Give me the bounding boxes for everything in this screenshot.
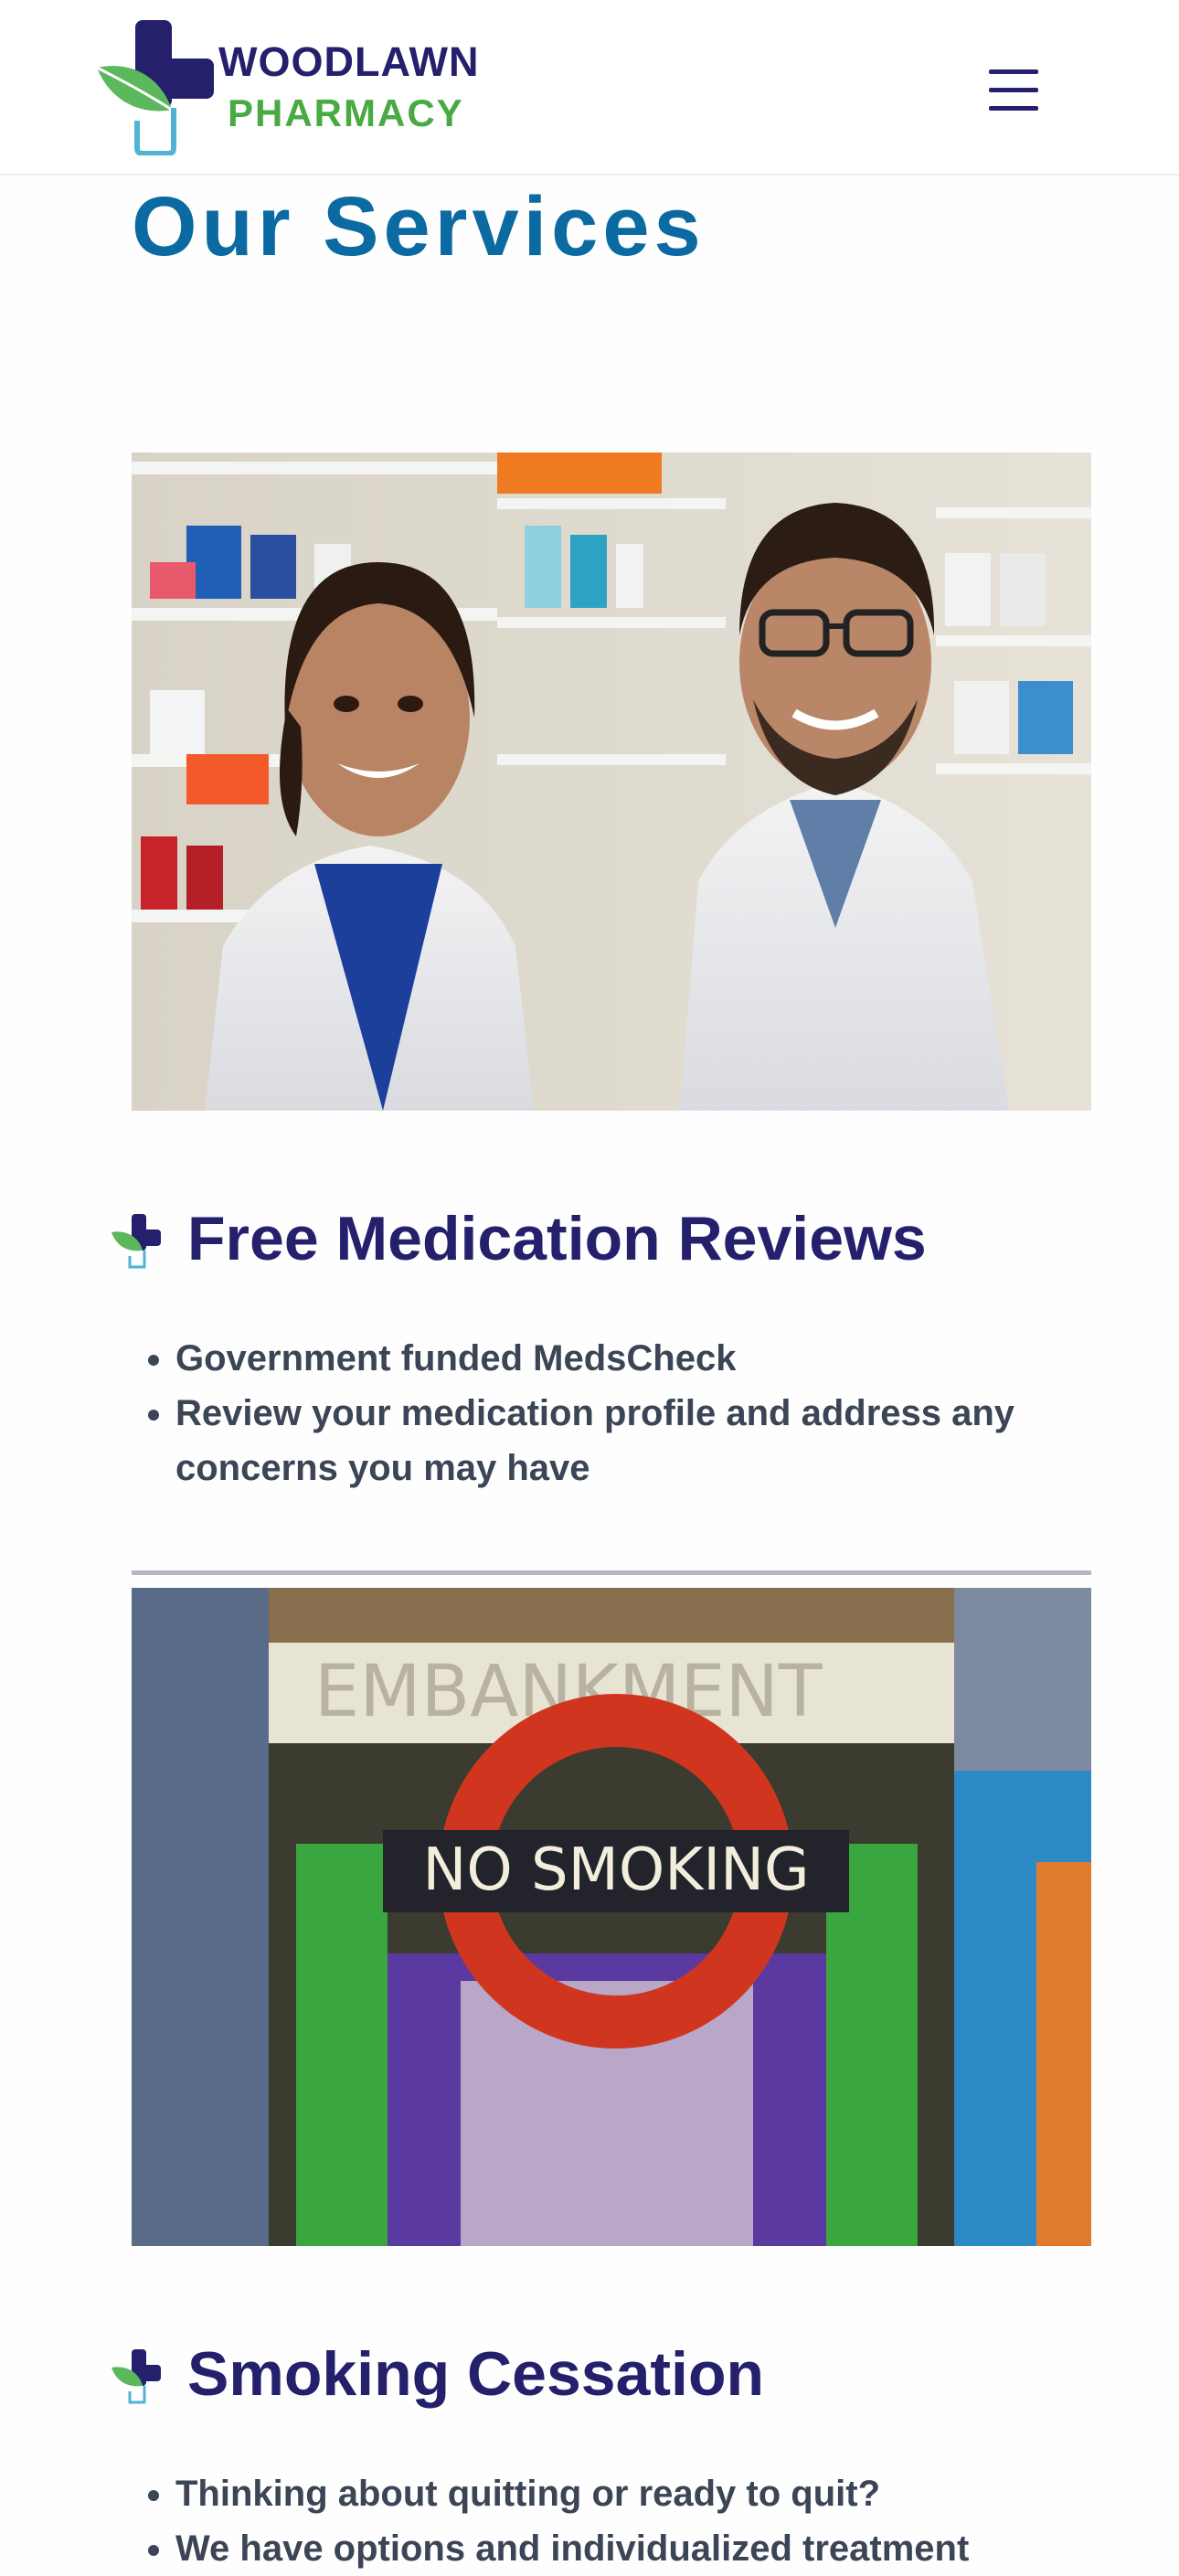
list-item: We have options and individualized treat… — [175, 2521, 1089, 2576]
menu-bar — [989, 88, 1038, 92]
menu-bar — [989, 69, 1038, 74]
cross-leaf-bullet-icon — [112, 1214, 161, 1269]
page-title: Our Services — [132, 180, 706, 273]
site-header: WOODLAWN PHARMACY — [0, 0, 1179, 176]
cross-leaf-bullet-icon — [112, 2349, 161, 2404]
cross-leaf-logo-icon — [96, 20, 214, 155]
medication-reviews-list: Government funded MedsCheck Review your … — [132, 1331, 1089, 1496]
smoking-cessation-list: Thinking about quitting or ready to quit… — [132, 2466, 1089, 2576]
list-item: Review your medication profile and addre… — [175, 1386, 1089, 1496]
section-title-medication-reviews: Free Medication Reviews — [187, 1204, 927, 1273]
no-smoking-sign-text: NO SMOKING — [422, 1836, 809, 1904]
section-title-smoking-cessation: Smoking Cessation — [187, 2339, 765, 2409]
site-logo[interactable]: WOODLAWN PHARMACY — [95, 20, 497, 155]
menu-bar — [989, 106, 1038, 111]
list-item: Government funded MedsCheck — [175, 1331, 1089, 1386]
list-item: Thinking about quitting or ready to quit… — [175, 2466, 1089, 2521]
section-divider — [132, 1570, 1091, 1575]
hamburger-menu-icon[interactable] — [983, 64, 1046, 117]
brand-name-woodlawn: WOODLAWN — [218, 38, 480, 85]
no-smoking-sign-photo: EMBANKMENT NO SMOKING — [132, 1588, 1091, 2246]
brand-name-pharmacy: PHARMACY — [228, 91, 464, 134]
pharmacists-photo — [132, 452, 1091, 1111]
